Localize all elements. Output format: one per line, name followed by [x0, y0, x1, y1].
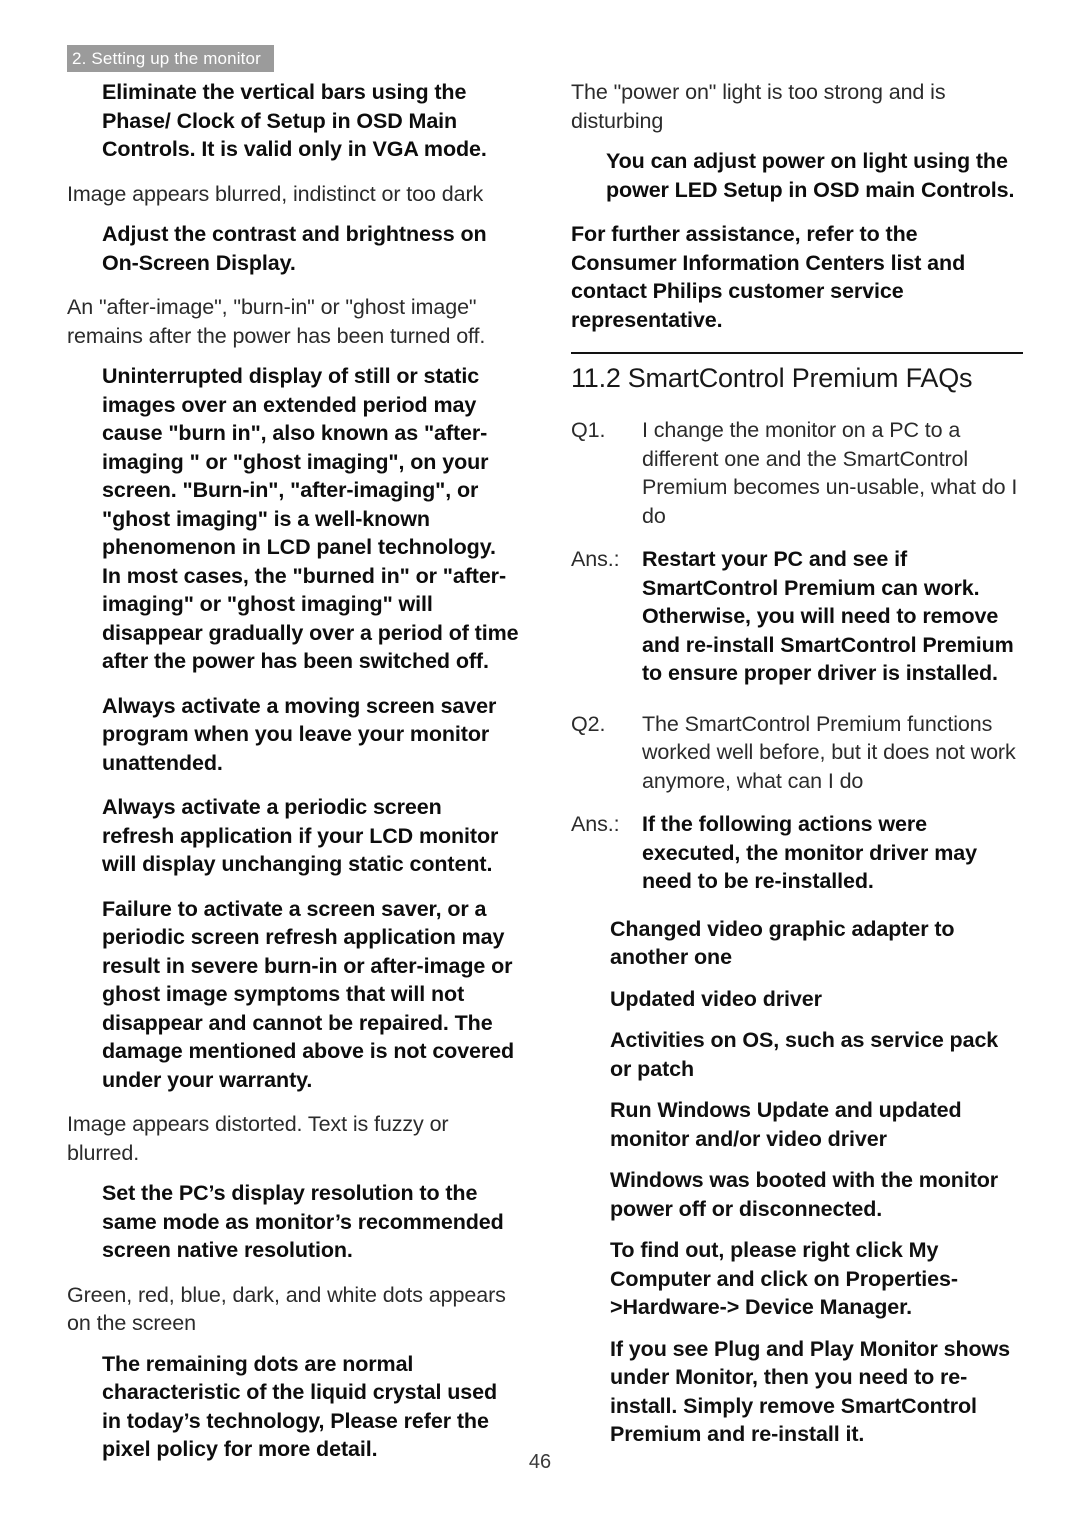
list-item: Updated video driver: [610, 986, 822, 1011]
faq-answer-text: Restart your PC and see if SmartControl …: [642, 547, 1014, 685]
solution-paragraph: Failure to activate a screen saver, or a…: [102, 896, 515, 1092]
closing-paragraph: If you see Plug and Play Monitor shows u…: [610, 1336, 1010, 1447]
assistance-paragraph: For further assistance, refer to the Con…: [571, 222, 966, 332]
faq-question-row: Q1. I change the monitor on a PC to a di…: [571, 416, 1023, 530]
section-number: 11.2: [571, 363, 621, 393]
symptom-paragraph: Image appears distorted. Text is fuzzy o…: [67, 1112, 449, 1165]
section-title: SmartControl Premium FAQs: [627, 363, 973, 393]
solution-paragraph: Always activate a moving screen saver pr…: [102, 693, 497, 775]
faq-question-row: Q2. The SmartControl Premium functions w…: [571, 710, 1023, 796]
faq-answer-row: Ans.: Restart your PC and see if SmartCo…: [571, 545, 1023, 688]
symptom-paragraph: Green, red, blue, dark, and white dots a…: [67, 1282, 506, 1336]
closing-paragraph: To find out, please right click My Compu…: [610, 1238, 958, 1319]
chapter-header-tab: 2. Setting up the monitor: [67, 45, 274, 72]
list-item: Activities on OS, such as service pack o…: [610, 1028, 999, 1081]
list-item: Run Windows Update and updated monitor a…: [610, 1098, 962, 1151]
symptom-paragraph: The "power on" light is too strong and i…: [571, 80, 946, 133]
faq-question-label: Q1.: [571, 418, 606, 442]
symptom-paragraph: An "after-image", "burn-in" or "ghost im…: [67, 295, 486, 348]
faq-answer-text: If the following actions were executed, …: [642, 812, 977, 893]
list-item: Windows was booted with the monitor powe…: [610, 1168, 999, 1221]
solution-paragraph: Uninterrupted display of still or static…: [102, 364, 519, 673]
faq-answer-label: Ans.:: [571, 547, 620, 571]
solution-paragraph: Eliminate the vertical bars using the Ph…: [102, 80, 487, 161]
solution-paragraph: Always activate a periodic screen refres…: [102, 795, 499, 876]
list-item: Changed video graphic adapter to another…: [610, 916, 955, 970]
section-heading: 11.2 SmartControl Premium FAQs: [571, 363, 1023, 394]
faq-answer-label: Ans.:: [571, 812, 620, 836]
document-page: 2. Setting up the monitor Eliminate the …: [0, 0, 1080, 1532]
section-divider: [571, 352, 1023, 354]
solution-paragraph: You can adjust power on light using the …: [606, 149, 1015, 202]
faq-question-text: I change the monitor on a PC to a differ…: [642, 418, 1018, 528]
solution-paragraph: Adjust the contrast and brightness on On…: [102, 222, 487, 275]
page-number: 46: [528, 1451, 552, 1473]
faq-question-label: Q2.: [571, 711, 606, 736]
solution-paragraph: The remaining dots are normal characteri…: [102, 1351, 497, 1462]
faq-answer-row: Ans.: If the following actions were exec…: [571, 810, 1023, 896]
left-column: Eliminate the vertical bars using the Ph…: [67, 78, 519, 1480]
symptom-paragraph: Image appears blurred, indistinct or too…: [67, 181, 484, 206]
solution-paragraph: Set the PC’s display resolution to the s…: [102, 1181, 504, 1262]
right-column: The "power on" light is too strong and i…: [571, 78, 1023, 1462]
faq-question-text: The SmartControl Premium functions worke…: [642, 711, 1016, 793]
